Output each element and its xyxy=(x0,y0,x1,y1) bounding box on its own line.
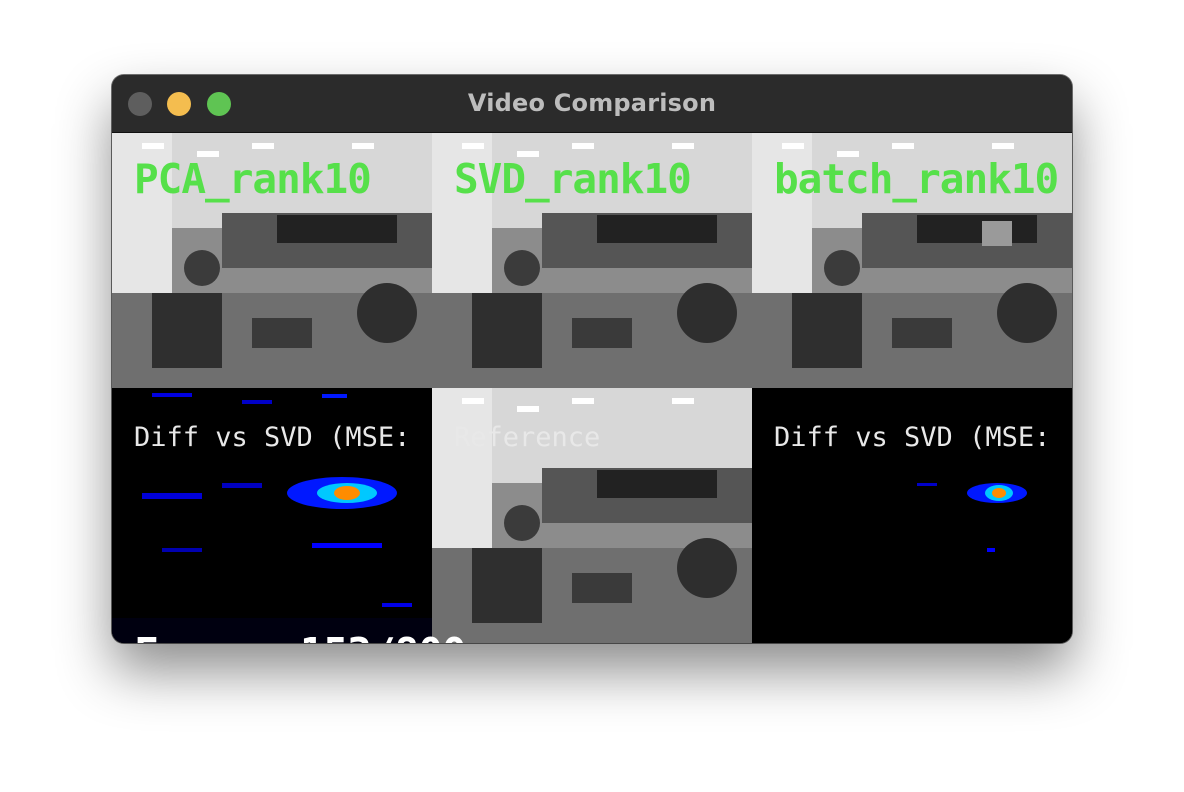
reference-label: Reference xyxy=(454,422,601,453)
batch-label: batch_rank10 xyxy=(774,155,1059,203)
diff-right-label: Diff vs SVD (MSE: xyxy=(774,422,1051,453)
title-bar[interactable]: Video Comparison xyxy=(112,75,1072,133)
diff-left-label: Diff vs SVD (MSE: xyxy=(134,422,411,453)
window-title: Video Comparison xyxy=(467,89,717,117)
pca-video-tile: PCA_rank10 xyxy=(112,133,432,388)
diff-right-tile: Diff vs SVD (MSE: xyxy=(752,388,1072,643)
frame-counter: Frame: 153/800 xyxy=(134,629,467,643)
svd-label: SVD_rank10 xyxy=(454,155,692,203)
svd-video-tile: SVD_rank10 xyxy=(432,133,752,388)
reference-video-tile: Reference xyxy=(432,388,752,643)
video-grid: PCA_rank10 SVD_rank10 batch_rank10 Diff … xyxy=(112,133,1072,643)
pca-label: PCA_rank10 xyxy=(134,155,372,203)
app-window: Video Comparison PCA_rank10 SVD_rank10 b… xyxy=(112,75,1072,643)
diff-left-tile: Diff vs SVD (MSE: xyxy=(112,388,432,643)
batch-video-tile: batch_rank10 xyxy=(752,133,1072,388)
